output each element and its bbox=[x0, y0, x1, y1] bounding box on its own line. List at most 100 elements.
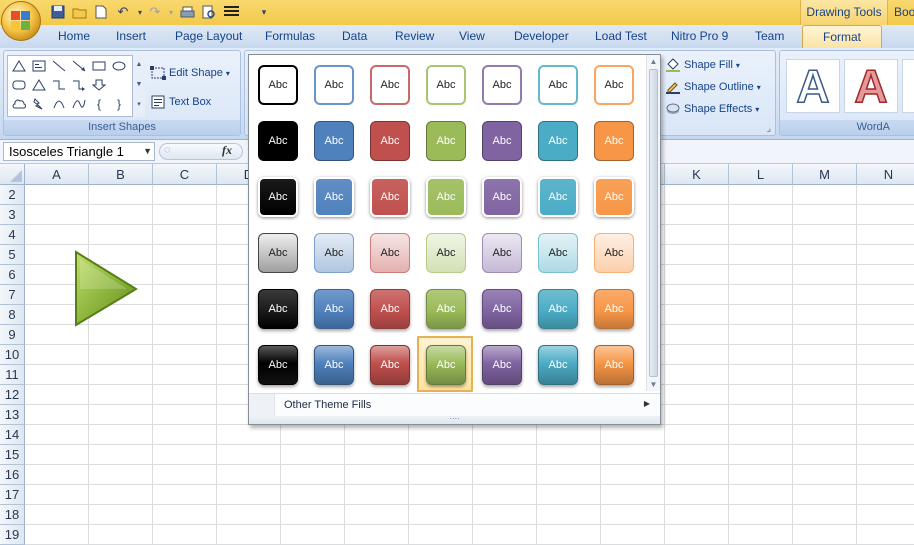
shape-style-red-row-1[interactable]: Abc bbox=[370, 65, 410, 105]
shape-style-orange-row-4[interactable]: Abc bbox=[594, 233, 634, 273]
select-all-corner[interactable] bbox=[0, 164, 25, 185]
shape-style-purple-row-3[interactable]: Abc bbox=[482, 177, 522, 217]
shape-style-red-row-3[interactable]: Abc bbox=[370, 177, 410, 217]
tab-data[interactable]: Data bbox=[342, 25, 367, 48]
shape-style-black-row-6[interactable]: Abc bbox=[258, 345, 298, 385]
redo-icon[interactable]: ↷ bbox=[147, 4, 163, 20]
lightning-shape-icon[interactable] bbox=[30, 96, 48, 112]
shape-style-red-row-4[interactable]: Abc bbox=[370, 233, 410, 273]
tab-load-test[interactable]: Load Test bbox=[595, 25, 647, 48]
col-header-l[interactable]: L bbox=[729, 164, 793, 185]
shape-style-black-row-5[interactable]: Abc bbox=[258, 289, 298, 329]
shape-style-green-row-3[interactable]: Abc bbox=[426, 177, 466, 217]
row-header-10[interactable]: 10 bbox=[0, 345, 25, 365]
shape-style-purple-row-4[interactable]: Abc bbox=[482, 233, 522, 273]
text-box-shape-icon[interactable] bbox=[30, 58, 48, 74]
row-header-11[interactable]: 11 bbox=[0, 365, 25, 385]
row-header-19[interactable]: 19 bbox=[0, 525, 25, 545]
wordart-style-1[interactable]: A bbox=[786, 59, 840, 113]
shape-style-red-row-6[interactable]: Abc bbox=[370, 345, 410, 385]
shape-fill-button[interactable]: Shape Fill ▾ bbox=[665, 55, 740, 75]
col-header-c[interactable]: C bbox=[153, 164, 217, 185]
shape-style-aqua-row-4[interactable]: Abc bbox=[538, 233, 578, 273]
row-header-12[interactable]: 12 bbox=[0, 385, 25, 405]
line-shape-icon[interactable] bbox=[50, 58, 68, 74]
wordart-style-3[interactable] bbox=[902, 59, 914, 113]
row-header-15[interactable]: 15 bbox=[0, 445, 25, 465]
row-header-5[interactable]: 5 bbox=[0, 245, 25, 265]
col-header-b[interactable]: B bbox=[89, 164, 153, 185]
shape-style-purple-row-6[interactable]: Abc bbox=[482, 345, 522, 385]
customize-toolbar-icon[interactable]: ▾ bbox=[256, 4, 272, 20]
shape-style-orange-row-1[interactable]: Abc bbox=[594, 65, 634, 105]
rectangle-shape-icon[interactable] bbox=[90, 58, 108, 74]
save-icon[interactable] bbox=[50, 4, 66, 20]
shape-style-orange-row-6[interactable]: Abc bbox=[594, 345, 634, 385]
shape-style-purple-row-1[interactable]: Abc bbox=[482, 65, 522, 105]
shape-outline-button[interactable]: Shape Outline ▾ bbox=[665, 77, 761, 97]
row-header-9[interactable]: 9 bbox=[0, 325, 25, 345]
col-header-m[interactable]: M bbox=[793, 164, 857, 185]
right-brace-shape-icon[interactable]: } bbox=[110, 96, 128, 112]
tab-insert[interactable]: Insert bbox=[116, 25, 146, 48]
shape-style-purple-row-2[interactable]: Abc bbox=[482, 121, 522, 161]
undo-icon[interactable]: ↶ bbox=[115, 4, 131, 20]
shape-style-green-row-6[interactable]: Abc bbox=[426, 345, 466, 385]
shape-style-blue-row-2[interactable]: Abc bbox=[314, 121, 354, 161]
shape-style-black-row-2[interactable]: Abc bbox=[258, 121, 298, 161]
down-arrow-shape-icon[interactable] bbox=[90, 77, 108, 93]
scroll-thumb[interactable] bbox=[649, 69, 658, 377]
isosceles-triangle-shape[interactable] bbox=[72, 250, 140, 328]
row-header-4[interactable]: 4 bbox=[0, 225, 25, 245]
elbow-arrow-shape-icon[interactable] bbox=[70, 77, 88, 93]
shape-style-green-row-2[interactable]: Abc bbox=[426, 121, 466, 161]
shape-style-aqua-row-5[interactable]: Abc bbox=[538, 289, 578, 329]
row-header-13[interactable]: 13 bbox=[0, 405, 25, 425]
row-header-6[interactable]: 6 bbox=[0, 265, 25, 285]
shape-style-blue-row-1[interactable]: Abc bbox=[314, 65, 354, 105]
triangle-outline-shape-icon[interactable] bbox=[30, 77, 48, 93]
shape-style-blue-row-3[interactable]: Abc bbox=[314, 177, 354, 217]
wordart-style-2[interactable]: A bbox=[844, 59, 898, 113]
shape-style-blue-row-4[interactable]: Abc bbox=[314, 233, 354, 273]
shape-style-aqua-row-3[interactable]: Abc bbox=[538, 177, 578, 217]
shape-style-aqua-row-6[interactable]: Abc bbox=[538, 345, 578, 385]
shape-style-aqua-row-2[interactable]: Abc bbox=[538, 121, 578, 161]
name-box[interactable]: Isosceles Triangle 1 ▼ bbox=[3, 142, 155, 161]
shapes-scrollbar[interactable]: ▲ ▼ ▾ bbox=[132, 55, 145, 117]
shape-style-orange-row-3[interactable]: Abc bbox=[594, 177, 634, 217]
edit-shape-button[interactable]: Edit Shape ▾ bbox=[150, 63, 230, 83]
shape-style-red-row-5[interactable]: Abc bbox=[370, 289, 410, 329]
gallery-scrollbar[interactable]: ▲ ▼ bbox=[646, 55, 660, 391]
curve-shape-icon[interactable] bbox=[70, 96, 88, 112]
left-brace-shape-icon[interactable]: { bbox=[90, 96, 108, 112]
tab-page-layout[interactable]: Page Layout bbox=[175, 25, 242, 48]
name-box-dropdown-icon[interactable]: ▼ bbox=[143, 143, 152, 160]
shape-effects-button[interactable]: Shape Effects ▾ bbox=[665, 99, 759, 119]
format-icon[interactable] bbox=[223, 4, 239, 20]
scroll-up-icon[interactable]: ▲ bbox=[647, 57, 660, 66]
row-header-16[interactable]: 16 bbox=[0, 465, 25, 485]
shape-style-green-row-5[interactable]: Abc bbox=[426, 289, 466, 329]
row-header-14[interactable]: 14 bbox=[0, 425, 25, 445]
shape-style-blue-row-5[interactable]: Abc bbox=[314, 289, 354, 329]
shape-style-purple-row-5[interactable]: Abc bbox=[482, 289, 522, 329]
redo-dropdown-icon[interactable]: ▾ bbox=[163, 4, 179, 20]
tab-home[interactable]: Home bbox=[58, 25, 90, 48]
row-header-2[interactable]: 2 bbox=[0, 185, 25, 205]
shape-style-orange-row-2[interactable]: Abc bbox=[594, 121, 634, 161]
office-button[interactable] bbox=[1, 1, 41, 41]
tab-view[interactable]: View bbox=[459, 25, 485, 48]
shape-style-aqua-row-1[interactable]: Abc bbox=[538, 65, 578, 105]
print-preview-icon[interactable] bbox=[201, 4, 217, 20]
tab-nitro-pro[interactable]: Nitro Pro 9 bbox=[671, 25, 728, 48]
oval-shape-icon[interactable] bbox=[110, 58, 128, 74]
print-icon[interactable] bbox=[179, 4, 195, 20]
shape-style-green-row-4[interactable]: Abc bbox=[426, 233, 466, 273]
row-header-7[interactable]: 7 bbox=[0, 285, 25, 305]
tab-formulas[interactable]: Formulas bbox=[265, 25, 315, 48]
row-header-18[interactable]: 18 bbox=[0, 505, 25, 525]
open-folder-icon[interactable] bbox=[71, 4, 87, 20]
undo-dropdown-icon[interactable]: ▾ bbox=[132, 4, 148, 20]
text-box-button[interactable]: Text Box bbox=[150, 92, 211, 112]
